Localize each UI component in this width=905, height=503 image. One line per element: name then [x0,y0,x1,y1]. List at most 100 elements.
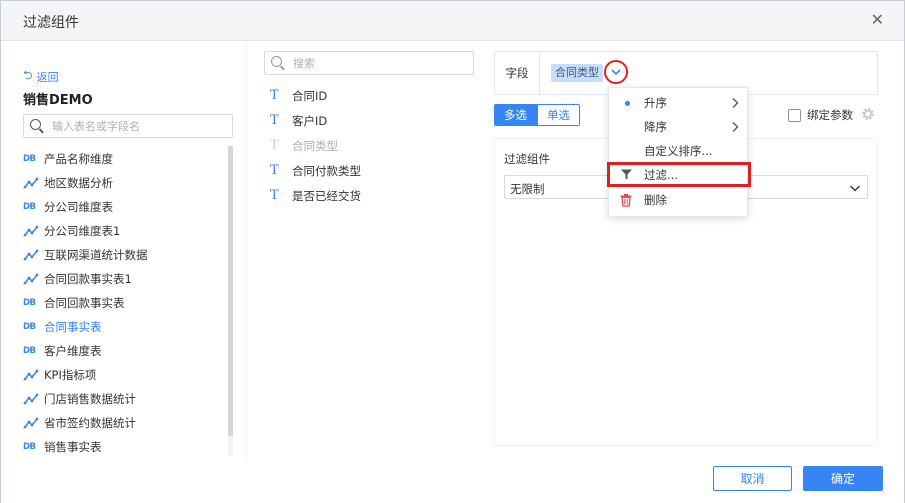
table-list: DB 产品名称维度 地区数据分析 DB 分公司维度表 分公司维度表1 互联网渠道统计数据 合同… [23,147,228,459]
menu-item-ascending[interactable]: 升序 [609,91,749,115]
field-search-box [264,51,474,75]
chevron-right-icon [732,122,739,132]
search-icon [271,56,282,67]
text-type-icon: T [270,188,279,203]
field-item-label: 合同类型 [292,138,338,153]
table-item-label: 合同回款事实表 [44,296,125,310]
field-item-label: 合同付款类型 [292,163,361,178]
table-item-label: 合同事实表 [44,320,102,334]
menu-item-label: 降序 [644,120,667,134]
field-chip-dropdown-button[interactable] [604,60,628,84]
field-list: T 合同ID T 客户ID T 合同类型 T 合同付款类型 T 是否已经交货 [270,83,361,208]
table-list-scrollbar-thumb[interactable] [228,146,233,436]
menu-item-descending[interactable]: 降序 [609,115,749,139]
cancel-button[interactable]: 取消 [713,466,792,491]
text-type-icon: T [270,113,279,128]
close-icon[interactable]: ✕ [871,11,884,29]
db-icon: DB [23,346,36,356]
menu-item-custom-sort[interactable]: 自定义排序... [609,139,749,163]
db-icon: DB [23,298,36,308]
filter-component-dialog: 过滤组件 ✕ ⮌ 返回 销售DEMO DB 产品名称维度地区数据分析 DB 分公司维度… [0,0,905,503]
table-item-label: 产品名称维度 [44,152,113,166]
bind-param-option: 绑定参数 [788,107,853,123]
field-chip[interactable]: 合同类型 [551,64,603,82]
selection-mode-toggle: 多选 单选 [494,104,580,126]
line-chart-icon [23,369,39,381]
bind-param-checkbox[interactable] [788,108,801,122]
component-title: 过滤组件 [504,152,550,166]
db-icon: DB [23,202,36,212]
line-chart-icon [23,393,39,405]
dialog-titlebar: 过滤组件 ✕ [1,1,904,41]
line-chart-icon [23,225,39,237]
field-item: T 合同类型 [270,133,361,158]
menu-item-label: 自定义排序... [644,144,713,158]
table-item[interactable]: KPI指标项 [23,363,228,387]
table-item-label: 分公司维度表 [44,200,113,214]
text-type-icon: T [270,163,279,178]
text-type-icon: T [270,88,279,103]
db-icon: DB [23,322,36,332]
menu-item-delete[interactable]: 删除 [609,188,749,212]
gear-icon[interactable] [861,107,875,121]
table-item-label: 分公司维度表1 [44,224,121,238]
table-item[interactable]: 省市签约数据统计 [23,411,228,435]
line-chart-icon [23,417,39,429]
datasource-title: 销售DEMO [23,93,93,108]
component-value: 无限制 [510,182,545,196]
chevron-down-icon [611,69,621,76]
table-item[interactable]: DB 合同事实表 [23,315,228,339]
field-panel: T 合同ID T 客户ID T 合同类型 T 合同付款类型 T 是否已经交货 [248,42,486,462]
text-type-icon: T [270,138,279,153]
field-item[interactable]: T 客户ID [270,108,361,133]
bind-param-label: 绑定参数 [807,108,853,122]
field-item-label: 是否已经交货 [292,188,361,203]
table-search-input[interactable] [52,119,227,134]
filter-highlight-box [607,162,751,187]
field-item[interactable]: T 合同付款类型 [270,158,361,183]
line-chart-icon [23,273,39,285]
single-select-tab[interactable]: 单选 [537,104,580,126]
table-item[interactable]: DB 分公司维度表 [23,195,228,219]
db-icon: DB [23,442,36,452]
table-item[interactable]: 分公司维度表1 [23,219,228,243]
table-item[interactable]: DB 销售事实表 [23,435,228,459]
table-item-label: 地区数据分析 [44,176,113,190]
field-item[interactable]: T 合同ID [270,83,361,108]
trash-icon [620,194,632,207]
menu-item-label: 升序 [644,96,667,110]
table-item-label: 省市签约数据统计 [44,416,136,430]
multi-select-tab[interactable]: 多选 [494,104,537,126]
table-item[interactable]: 地区数据分析 [23,171,228,195]
line-chart-icon [23,249,39,261]
back-label: 返回 [36,70,59,84]
table-item-label: KPI指标项 [44,368,97,382]
table-item-label: 互联网渠道统计数据 [44,248,148,262]
line-chart-icon [23,177,39,189]
back-link[interactable]: ⮌ 返回 [23,66,59,87]
field-context-menu: 升序 降序 自定义排序... 过滤... 删除 [608,87,748,217]
table-item[interactable]: DB 客户维度表 [23,339,228,363]
search-icon [30,119,41,130]
chevron-right-icon [732,98,739,108]
table-item-label: 合同回款事实表1 [44,272,132,286]
menu-item-label: 删除 [644,193,667,207]
back-arrow-icon: ⮌ [23,68,33,82]
table-item[interactable]: DB 产品名称维度 [23,147,228,171]
table-panel: ⮌ 返回 销售DEMO DB 产品名称维度地区数据分析 DB 分公司维度表分公司维度表… [1,42,247,462]
table-item-label: 销售事实表 [44,440,102,454]
chevron-down-icon [850,185,860,192]
table-item[interactable]: 门店销售数据统计 [23,387,228,411]
table-item[interactable]: 合同回款事实表1 [23,267,228,291]
confirm-button[interactable]: 确定 [803,466,883,491]
field-item[interactable]: T 是否已经交货 [270,183,361,208]
field-item-label: 合同ID [292,88,328,103]
field-search-input[interactable] [293,56,468,71]
table-item[interactable]: 互联网渠道统计数据 [23,243,228,267]
table-search-box [23,114,233,138]
table-item-label: 客户维度表 [44,344,102,358]
field-label: 字段 [495,52,540,94]
table-item[interactable]: DB 合同回款事实表 [23,291,228,315]
selected-dot-icon [625,101,630,106]
field-item-label: 客户ID [292,113,328,128]
